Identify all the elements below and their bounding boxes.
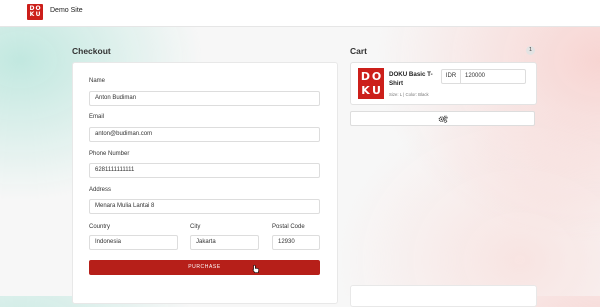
cart-count-badge: 1 [526, 46, 535, 55]
gears-icon [438, 115, 448, 123]
logo-letter: U [35, 11, 41, 18]
country-label: Country [89, 224, 111, 230]
email-label: Email [89, 114, 105, 120]
address-field[interactable]: Menara Mulia Lantai 8 [89, 199, 320, 214]
logo-letter: O [371, 70, 382, 83]
checkout-title: Checkout [72, 46, 111, 56]
price-value: 120000 [465, 73, 486, 79]
city-field[interactable]: Jakarta [190, 235, 259, 250]
postal-code-field[interactable]: 12930 [272, 235, 320, 250]
phone-field[interactable]: 6281111111111 [89, 163, 320, 178]
top-bar: D O K U Demo Site [0, 0, 600, 27]
doku-logo[interactable]: D O K U [27, 4, 43, 20]
product-meta: Size: L | Color: Black [389, 92, 429, 97]
cart-title: Cart [350, 46, 368, 56]
logo-letter: U [372, 83, 381, 97]
product-name: DOKU Basic T-Shirt [389, 71, 433, 87]
postal-code-label: Postal Code [272, 224, 305, 230]
email-field[interactable]: anton@budiman.com [89, 127, 320, 142]
country-field[interactable]: Indonesia [89, 235, 178, 250]
logo-letter: K [361, 83, 370, 97]
site-name: Demo Site [50, 7, 83, 14]
name-field[interactable]: Anton Budiman [89, 91, 320, 106]
price-input[interactable]: IDR 120000 [441, 69, 526, 84]
mouse-pointer-icon [252, 264, 259, 273]
address-label: Address [89, 187, 112, 193]
logo-letter: D [360, 70, 371, 83]
cart-settings-button[interactable] [350, 111, 535, 126]
phone-label: Phone Number [89, 151, 130, 157]
cart-summary-card [350, 285, 537, 307]
name-label: Name [89, 78, 106, 84]
purchase-button[interactable]: PURCHASE [89, 260, 320, 275]
product-image: D O K U [358, 68, 384, 99]
currency-label: IDR [442, 70, 461, 83]
city-label: City [190, 224, 201, 230]
